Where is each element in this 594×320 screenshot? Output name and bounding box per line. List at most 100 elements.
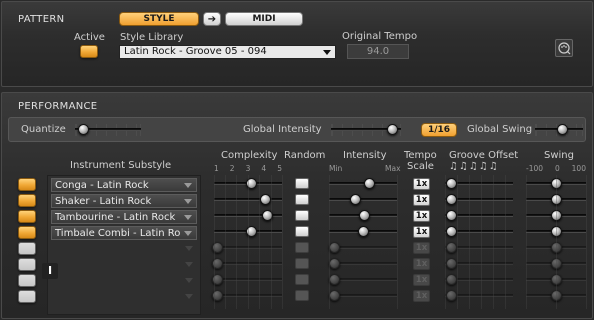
quantize-label: Quantize	[21, 124, 66, 135]
groove-offset-knob[interactable]	[446, 194, 457, 205]
complexity-knob[interactable]	[260, 194, 271, 205]
instrument-row[interactable]: Shaker - Latin Rock	[51, 194, 197, 208]
instrument-active-toggle[interactable]	[18, 290, 36, 303]
groove-offset-knob[interactable]	[446, 226, 457, 237]
groove-gridline	[493, 175, 494, 309]
original-tempo-readout: 94.0	[347, 44, 409, 59]
groove-offset-knob[interactable]	[446, 210, 457, 221]
intensity-knob[interactable]	[329, 290, 340, 301]
quantize-value-button[interactable]: 1/16	[421, 123, 457, 137]
instrument-row-empty[interactable]	[51, 242, 197, 256]
groove-gridline	[469, 175, 470, 309]
groove-gridline	[445, 175, 446, 309]
groove-offset-knob[interactable]	[446, 274, 457, 285]
instrument-list: Conga - Latin Rock Shaker - Latin Rock T…	[47, 175, 201, 315]
complexity-tick: 3	[245, 164, 251, 173]
groove-offset-knob[interactable]	[446, 178, 457, 189]
random-button[interactable]	[295, 226, 309, 237]
tempo-scale-button[interactable]: 1x	[413, 242, 430, 254]
quantize-knob[interactable]	[77, 124, 89, 135]
complexity-gridline	[225, 175, 226, 309]
complexity-gridline	[236, 175, 237, 309]
random-button[interactable]	[295, 242, 309, 253]
complexity-gridline	[282, 175, 283, 309]
instrument-active-toggle[interactable]	[18, 178, 36, 191]
intensity-knob[interactable]	[364, 178, 375, 189]
intensity-knob[interactable]	[329, 242, 340, 253]
intensity-gridline	[329, 175, 330, 309]
random-button[interactable]	[295, 274, 309, 285]
complexity-tick: 4	[261, 164, 267, 173]
random-button[interactable]	[295, 290, 309, 301]
groove-offset-knob[interactable]	[446, 258, 457, 269]
intensity-min-label: Min	[329, 164, 343, 173]
random-button[interactable]	[295, 210, 309, 221]
instrument-active-toggle[interactable]	[18, 274, 36, 287]
instrument-active-toggle[interactable]	[18, 242, 36, 255]
pattern-section-title: PATTERN	[18, 14, 65, 25]
midi-plug-icon	[558, 42, 571, 55]
instrument-active-toggle[interactable]	[18, 226, 36, 239]
random-button[interactable]	[295, 194, 309, 205]
chevron-down-icon[interactable]	[185, 294, 193, 299]
instrument-name: Tambourine - Latin Rock	[55, 212, 176, 223]
chevron-down-icon[interactable]	[184, 199, 192, 204]
complexity-tick: 1	[214, 164, 219, 173]
style-button[interactable]: STYLE	[119, 12, 199, 26]
complexity-gridline	[259, 175, 260, 309]
instrument-row[interactable]: Timbale Combi - Latin Ro	[51, 226, 197, 240]
complexity-gridline	[248, 175, 249, 309]
global-intensity-knob[interactable]	[387, 124, 399, 135]
swing-gridline	[556, 175, 557, 309]
tempo-scale-button[interactable]: 1x	[413, 226, 430, 238]
swing-gridline	[526, 175, 527, 309]
instrument-row-empty[interactable]	[51, 274, 197, 288]
complexity-tick: 5	[277, 164, 282, 173]
swing-tick: -100	[526, 164, 544, 173]
instrument-active-toggle[interactable]	[18, 194, 36, 207]
intensity-knob[interactable]	[350, 194, 361, 205]
midi-button[interactable]: MIDI	[225, 12, 303, 26]
instrument-row[interactable]: Tambourine - Latin Rock	[51, 210, 197, 224]
intensity-knob[interactable]	[358, 226, 369, 237]
groove-offset-knob[interactable]	[446, 290, 457, 301]
chevron-down-icon[interactable]	[184, 231, 192, 236]
chevron-down-icon[interactable]	[184, 183, 192, 188]
tempo-scale-button[interactable]: 1x	[413, 290, 430, 302]
tempo-scale-button[interactable]: 1x	[413, 194, 430, 206]
instrument-substyle-header: Instrument Substyle	[70, 160, 172, 171]
instrument-row-empty[interactable]	[51, 258, 197, 272]
chevron-down-icon[interactable]	[185, 246, 193, 251]
global-intensity-label: Global Intensity	[243, 124, 322, 135]
text-cursor-icon: Ι	[42, 263, 58, 279]
intensity-knob[interactable]	[329, 274, 340, 285]
tempo-scale-button[interactable]: 1x	[413, 210, 430, 222]
chevron-down-icon[interactable]	[185, 278, 193, 283]
arrow-icon[interactable]: ➔	[203, 12, 221, 26]
groove-offset-header: Groove Offset	[449, 150, 519, 161]
intensity-knob[interactable]	[329, 258, 340, 269]
performance-section-title: PERFORMANCE	[18, 101, 98, 112]
tempo-scale-button[interactable]: 1x	[413, 274, 430, 286]
instrument-active-toggle[interactable]	[18, 258, 36, 271]
instrument-row[interactable]: Conga - Latin Rock	[51, 178, 197, 192]
chevron-down-icon[interactable]	[184, 215, 192, 220]
chevron-down-icon[interactable]	[185, 262, 193, 267]
instrument-active-toggle[interactable]	[18, 210, 36, 223]
midi-export-icon[interactable]	[555, 39, 573, 57]
active-label: Active	[74, 32, 105, 43]
pattern-active-toggle[interactable]	[80, 45, 98, 58]
tempo-scale-button[interactable]: 1x	[413, 178, 430, 190]
groove-offset-knob[interactable]	[446, 242, 457, 253]
tempo-scale-button[interactable]: 1x	[413, 258, 430, 270]
pattern-panel: PATTERN STYLE ➔ MIDI Active Style Librar…	[1, 1, 593, 87]
complexity-gridline	[271, 175, 272, 309]
random-button[interactable]	[295, 258, 309, 269]
groove-gridline	[457, 175, 458, 309]
instrument-row-empty[interactable]	[51, 290, 197, 304]
intensity-slider[interactable]	[329, 182, 397, 185]
intensity-knob[interactable]	[359, 210, 370, 221]
intensity-slider[interactable]	[329, 198, 397, 201]
style-library-dropdown[interactable]: Latin Rock - Groove 05 - 094	[119, 45, 336, 59]
random-button[interactable]	[295, 178, 309, 189]
